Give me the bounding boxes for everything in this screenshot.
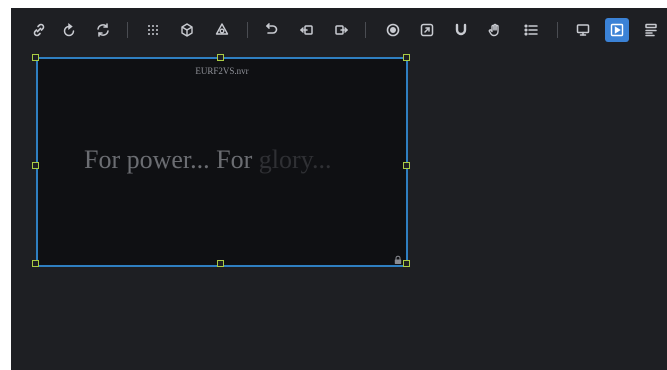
play-icon[interactable] <box>605 18 629 42</box>
toolbar-separator <box>127 22 128 38</box>
headline-part2: glory... <box>258 145 332 174</box>
resize-handle-bottom-right[interactable] <box>403 260 410 267</box>
arrow-right-icon[interactable] <box>329 18 353 42</box>
link-icon[interactable] <box>27 18 51 42</box>
monitor-icon[interactable] <box>571 18 595 42</box>
resize-handle-top-right[interactable] <box>403 54 410 61</box>
gear-badge-icon[interactable] <box>381 18 405 42</box>
package-icon[interactable] <box>210 18 234 42</box>
list-icon[interactable] <box>519 18 543 42</box>
frame-filename: EURF2VS.nvr <box>195 66 249 76</box>
cube-icon[interactable] <box>175 18 199 42</box>
rotate-icon[interactable] <box>57 18 81 42</box>
undo-icon[interactable] <box>259 18 283 42</box>
frame-headline: For power... For glory... <box>84 145 331 175</box>
resize-handle-bottom-left[interactable] <box>32 260 39 267</box>
layers-icon[interactable] <box>639 18 663 42</box>
toolbar-separator <box>247 22 248 38</box>
toolbar-separator <box>557 22 558 38</box>
toolbar <box>11 8 667 52</box>
scene-canvas[interactable]: EURF2VS.nvr For power... For glory... <box>11 52 667 370</box>
resize-handle-top[interactable] <box>217 54 224 61</box>
hand-icon[interactable] <box>483 18 507 42</box>
lock-icon[interactable] <box>393 252 403 264</box>
resize-handle-right[interactable] <box>403 162 410 169</box>
selected-frame[interactable]: EURF2VS.nvr For power... For glory... <box>36 57 408 267</box>
resize-icon[interactable] <box>415 18 439 42</box>
toolbar-separator <box>365 22 366 38</box>
arrow-left-icon[interactable] <box>295 18 319 42</box>
editor-app: EURF2VS.nvr For power... For glory... <box>11 8 667 370</box>
resize-handle-left[interactable] <box>32 162 39 169</box>
headline-part1: For power... For <box>84 145 253 174</box>
magnet-icon[interactable] <box>449 18 473 42</box>
grid-icon[interactable] <box>141 18 165 42</box>
resize-handle-bottom[interactable] <box>217 260 224 267</box>
resize-handle-top-left[interactable] <box>32 54 39 61</box>
refresh-icon[interactable] <box>91 18 115 42</box>
